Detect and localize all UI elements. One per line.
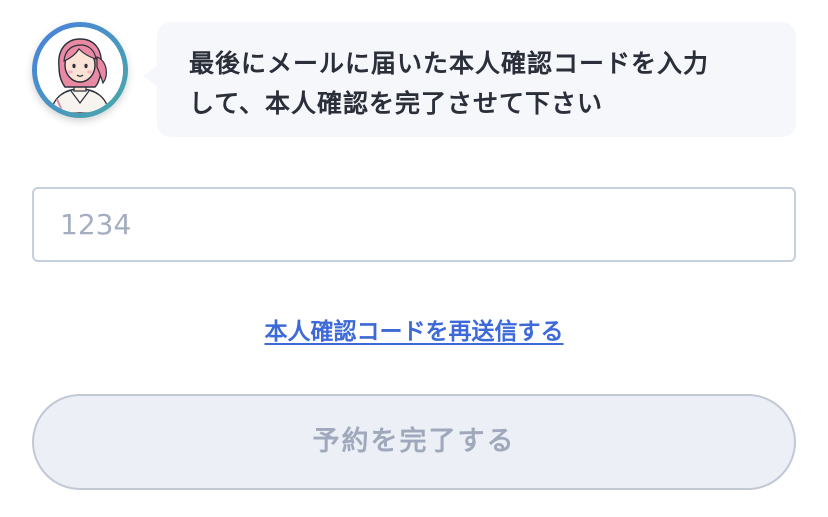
speech-bubble-tail [143,66,157,86]
speech-bubble: 最後にメールに届いた本人確認コードを入力 して、本人確認を完了させて下さい [157,22,796,137]
assistant-message: 最後にメールに届いた本人確認コードを入力 して、本人確認を完了させて下さい [189,49,710,118]
complete-reservation-button[interactable]: 予約を完了する [32,394,796,490]
assistant-avatar-icon [37,27,123,113]
resend-code-link[interactable]: 本人確認コードを再送信する [0,312,828,346]
verification-code-input[interactable] [32,187,796,262]
verification-page: 最後にメールに届いた本人確認コードを入力 して、本人確認を完了させて下さい 本人… [0,0,828,517]
assistant-avatar [32,22,128,118]
